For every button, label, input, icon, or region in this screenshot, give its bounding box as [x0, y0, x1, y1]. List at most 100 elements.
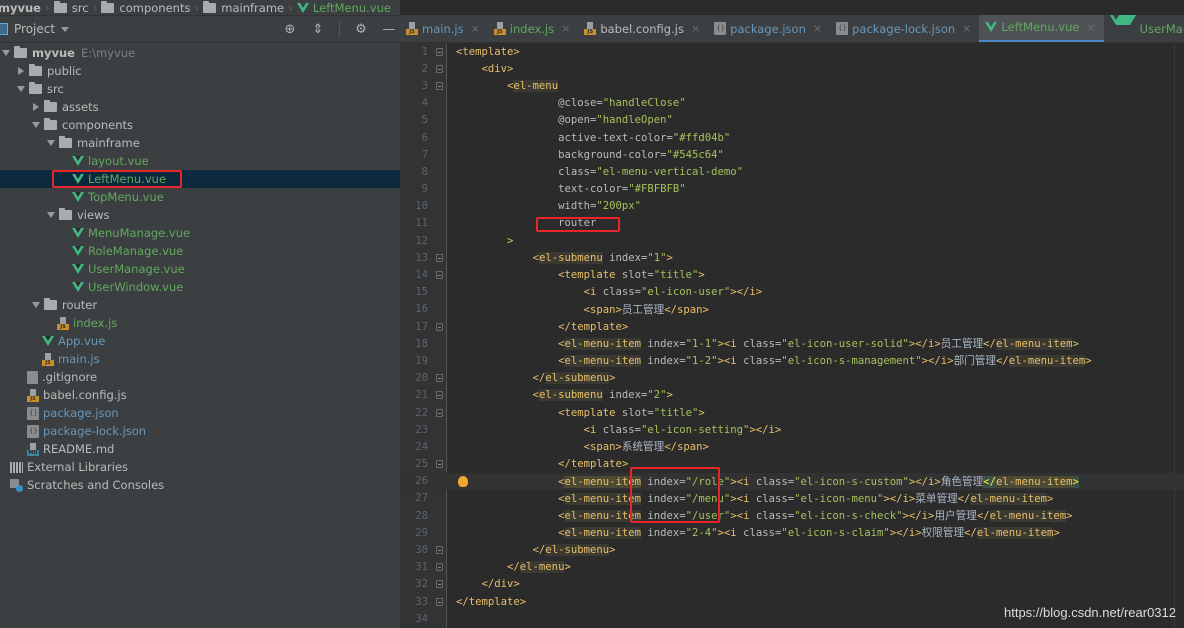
code-line[interactable]: 14 <template slot="title"> — [400, 266, 1184, 283]
tab-leftmenu-vue[interactable]: LeftMenu.vue × — [979, 15, 1104, 42]
tree-item[interactable]: RoleManage.vue — [0, 242, 400, 260]
tree-item[interactable]: babel.config.js — [0, 386, 400, 404]
tree-item[interactable]: main.js — [0, 350, 400, 368]
code-line[interactable]: 15 <i class="el-icon-user"></i> — [400, 284, 1184, 301]
code-line[interactable]: 8 class="el-menu-vertical-demo" — [400, 163, 1184, 180]
code-line[interactable]: 25 </template> — [400, 456, 1184, 473]
close-icon[interactable]: × — [691, 22, 700, 35]
breadcrumb-item[interactable]: mainframe — [203, 0, 284, 15]
code-line[interactable]: 13 <el-submenu index="1"> — [400, 249, 1184, 266]
fold-marker-icon[interactable] — [428, 374, 450, 383]
fold-marker-icon[interactable] — [428, 64, 450, 73]
tree-item[interactable]: .gitignore — [0, 368, 400, 386]
tab-index-js[interactable]: index.js × — [488, 15, 579, 42]
tree-item[interactable]: layout.vue — [0, 152, 400, 170]
fold-marker-icon[interactable] — [428, 81, 450, 90]
tab-usermanage-vue[interactable]: UserManage.vue× — [1104, 15, 1184, 42]
tree-item[interactable]: mainframe — [0, 134, 400, 152]
code-line[interactable]: 16 <span>员工管理</span> — [400, 301, 1184, 318]
expanded-arrow-icon[interactable] — [30, 302, 42, 308]
fold-marker-icon[interactable] — [428, 391, 450, 400]
tree-item[interactable]: assets — [0, 98, 400, 116]
breadcrumb-item[interactable]: components — [101, 0, 190, 15]
code-line[interactable]: 2 <div> — [400, 60, 1184, 77]
close-icon[interactable]: × — [471, 22, 480, 35]
close-icon[interactable]: × — [1086, 21, 1095, 34]
fold-marker-icon[interactable] — [428, 580, 450, 589]
code-line[interactable]: 5 @open="handleOpen" — [400, 112, 1184, 129]
fold-marker-icon[interactable] — [428, 460, 450, 469]
tree-item[interactable]: UserWindow.vue — [0, 278, 400, 296]
fold-marker-icon[interactable] — [428, 408, 450, 417]
close-icon[interactable]: × — [962, 22, 971, 35]
tree-item[interactable]: components — [0, 116, 400, 134]
code-line[interactable]: 30 </el-submenu> — [400, 541, 1184, 558]
tree-item[interactable]: index.js — [0, 314, 400, 332]
tree-item[interactable]: views — [0, 206, 400, 224]
fold-marker-icon[interactable] — [428, 271, 450, 280]
breadcrumb-item[interactable]: myvue — [0, 1, 41, 15]
code-line[interactable]: 28 <el-menu-item index="/user"><i class=… — [400, 507, 1184, 524]
tab-babel-config-js[interactable]: babel.config.js × — [578, 15, 708, 42]
tree-item[interactable]: TopMenu.vue — [0, 188, 400, 206]
minimize-icon[interactable]: — — [382, 22, 396, 36]
tree-item[interactable]: MenuManage.vue — [0, 224, 400, 242]
close-icon[interactable]: × — [561, 22, 570, 35]
code-line[interactable]: 27 <el-menu-item index="/menu"><i class=… — [400, 490, 1184, 507]
code-line[interactable]: 22 <template slot="title"> — [400, 404, 1184, 421]
expanded-arrow-icon[interactable] — [45, 212, 57, 218]
fold-marker-icon[interactable] — [428, 597, 450, 606]
tree-item[interactable]: package-lock.json — [0, 422, 400, 440]
fold-marker-icon[interactable] — [428, 47, 450, 56]
gear-icon[interactable]: ⚙ — [354, 22, 368, 36]
tab-package-lock-json[interactable]: package-lock.json × — [830, 15, 979, 42]
code-line[interactable]: 6 active-text-color="#ffd04b" — [400, 129, 1184, 146]
lightbulb-icon[interactable] — [458, 475, 468, 487]
tree-item[interactable]: package.json — [0, 404, 400, 422]
tree-item[interactable]: LeftMenu.vue — [0, 170, 400, 188]
tree-item[interactable]: Scratches and Consoles — [0, 476, 400, 494]
close-icon[interactable]: × — [813, 22, 822, 35]
collapse-all-icon[interactable]: ⇕ — [311, 22, 325, 36]
code-line[interactable]: 21 <el-submenu index="2"> — [400, 387, 1184, 404]
expanded-arrow-icon[interactable] — [0, 50, 12, 56]
tree-item[interactable]: myvue E:\myvue — [0, 44, 400, 62]
fold-marker-icon[interactable] — [428, 253, 450, 262]
code-line[interactable]: 19 <el-menu-item index="1-2"><i class="e… — [400, 352, 1184, 369]
project-title[interactable]: Project — [14, 22, 55, 36]
tree-item[interactable]: src — [0, 80, 400, 98]
expanded-arrow-icon[interactable] — [15, 86, 27, 92]
tree-item[interactable]: UserManage.vue — [0, 260, 400, 278]
tab-package-json[interactable]: package.json × — [708, 15, 830, 42]
code-line[interactable]: 4 @close="handleClose" — [400, 95, 1184, 112]
code-line[interactable]: 18 <el-menu-item index="1-1"><i class="e… — [400, 335, 1184, 352]
code-line[interactable]: 11 router — [400, 215, 1184, 232]
code-line[interactable]: 7 background-color="#545c64" — [400, 146, 1184, 163]
chevron-down-icon[interactable] — [61, 26, 70, 32]
code-lines[interactable]: 1 <template> 2 <div> 3 <el-menu 4 @close="ha… — [400, 43, 1184, 627]
tree-item[interactable]: App.vue — [0, 332, 400, 350]
collapsed-arrow-icon[interactable] — [30, 103, 42, 111]
collapsed-arrow-icon[interactable] — [15, 67, 27, 75]
code-line[interactable]: 20 </el-submenu> — [400, 370, 1184, 387]
expanded-arrow-icon[interactable] — [30, 122, 42, 128]
fold-marker-icon[interactable] — [428, 322, 450, 331]
code-line[interactable]: 26 <el-menu-item index="/role"><i class=… — [400, 472, 1184, 490]
code-line[interactable]: 3 <el-menu — [400, 77, 1184, 94]
code-line[interactable]: 12 > — [400, 232, 1184, 249]
code-line[interactable]: 10 width="200px" — [400, 198, 1184, 215]
fold-marker-icon[interactable] — [428, 563, 450, 572]
tree-item[interactable]: External Libraries — [0, 458, 400, 476]
code-line[interactable]: 17 </template> — [400, 318, 1184, 335]
code-line[interactable]: 23 <i class="el-icon-setting"></i> — [400, 421, 1184, 438]
tree-item[interactable]: public — [0, 62, 400, 80]
code-line[interactable]: 29 <el-menu-item index="2-4"><i class="e… — [400, 524, 1184, 541]
breadcrumb-item[interactable]: LeftMenu.vue — [296, 1, 391, 15]
tree-item[interactable]: README.md — [0, 440, 400, 458]
expanded-arrow-icon[interactable] — [45, 140, 57, 146]
code-editor[interactable]: 1 <template> 2 <div> 3 <el-menu 4 @close="ha… — [400, 43, 1184, 628]
tree-item[interactable]: router — [0, 296, 400, 314]
code-line[interactable]: 9 text-color="#FBFBFB" — [400, 181, 1184, 198]
locate-icon[interactable]: ⊕ — [283, 22, 297, 36]
tab-main-js[interactable]: main.js × — [400, 15, 488, 42]
